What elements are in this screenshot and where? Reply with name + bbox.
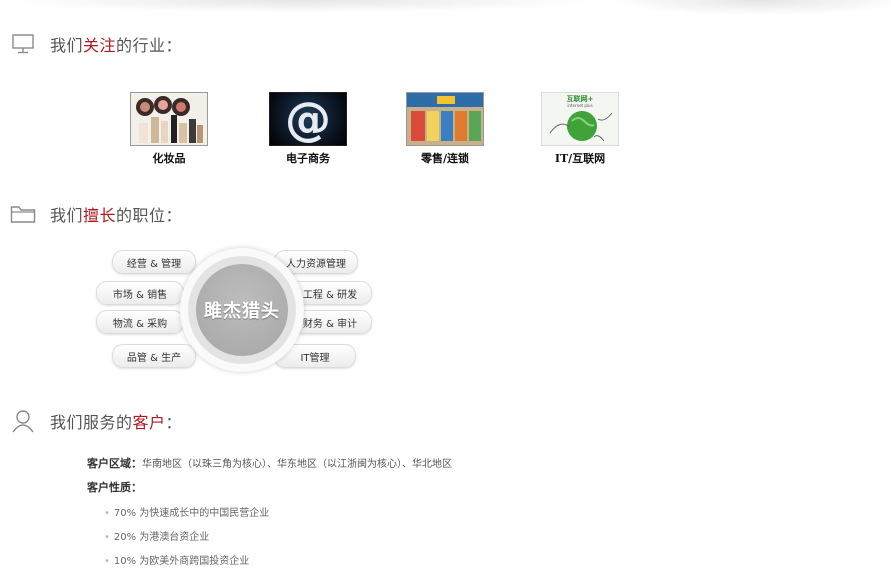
svg-text:internet plus: internet plus: [567, 103, 592, 108]
monitor-icon: [10, 31, 36, 57]
industry-label: 电子商务: [286, 152, 330, 165]
svg-text:@: @: [285, 93, 331, 145]
position-pill: 市场 & 销售: [96, 281, 184, 305]
industry-label: 零售/连锁: [420, 152, 470, 165]
industry-ecommerce: @ 电子商务: [266, 92, 350, 166]
user-icon: [10, 408, 36, 434]
section-clients-header: 我们服务的客户：: [10, 408, 182, 434]
position-pill: 物流 & 采购: [96, 310, 184, 334]
list-item: • 70% 为快速成长中的中国民营企业: [104, 508, 270, 519]
list-item: • 10% 为欧美外商跨国投资企业: [104, 556, 250, 567]
internet-globe-image: 互联网+ internet plus: [541, 92, 619, 146]
folder-icon: [10, 201, 36, 227]
industry-retail: 零售/连锁: [403, 92, 487, 166]
industry-label: 化妆品: [152, 152, 186, 165]
position-pill: 经营 & 管理: [112, 250, 196, 274]
section-industries-header: 我们关注的行业：: [10, 31, 182, 57]
cosmetics-image: [130, 92, 208, 146]
ecommerce-image: @: [269, 92, 347, 146]
client-nature-label: 客户性质：: [87, 481, 142, 494]
section-industries-title: 我们关注的行业：: [50, 36, 183, 55]
industry-cosmetics: 化妆品: [127, 92, 211, 166]
svg-text:互联网+: 互联网+: [567, 94, 594, 103]
positions-diagram: 经营 & 管理 市场 & 销售 物流 & 采购 品管 & 生产 人力资源管理 工…: [92, 246, 382, 374]
hub-logo-text: 雎杰猎头: [204, 301, 280, 322]
list-item: • 20% 为港澳台资企业: [104, 532, 210, 543]
retail-store-image: [406, 92, 484, 146]
industry-internet: 互联网+ internet plus IT/互联网: [538, 92, 622, 166]
position-pill: 品管 & 生产: [112, 344, 196, 368]
hub-circle: 雎杰猎头: [180, 248, 304, 372]
client-region: 客户区域：华南地区（以珠三角为核心）、华东地区（以江浙闽为核心）、华北地区: [87, 457, 452, 470]
section-positions-title: 我们擅长的职位：: [50, 206, 183, 225]
section-positions-header: 我们擅长的职位：: [10, 201, 182, 227]
section-clients-title: 我们服务的客户：: [50, 413, 183, 432]
industry-label: IT/互联网: [554, 152, 606, 165]
